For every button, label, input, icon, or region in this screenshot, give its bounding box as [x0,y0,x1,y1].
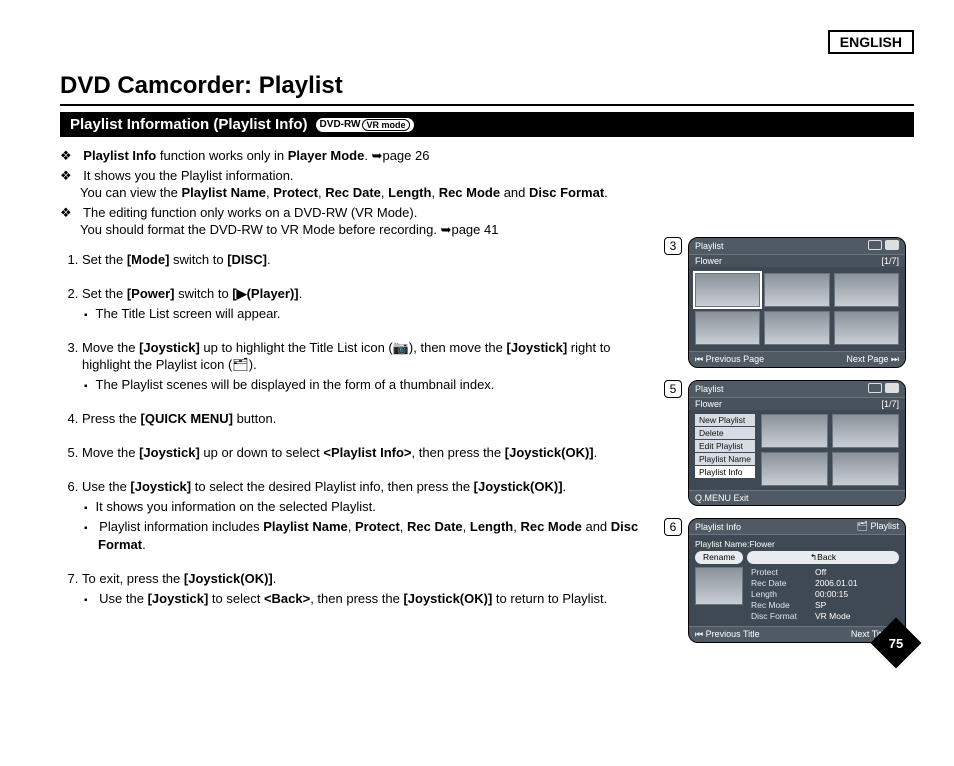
substep: Playlist information includes Playlist N… [98,518,644,554]
thumbnail [761,414,828,448]
language-label: ENGLISH [828,30,914,54]
step-1: Set the [Mode] switch to [DISC]. [82,251,644,269]
screen-playlist-info: Playlist Info 🗂 Playlist Playlist Name:F… [688,518,906,643]
step-6: Use the [Joystick] to select the desired… [82,478,644,554]
thumbnail [834,311,899,345]
info-name-label: Playlist Name: [695,539,749,549]
disc-mode-badge: DVD-RW VR mode [316,118,414,132]
step-4: Press the [QUICK MENU] button. [82,410,644,428]
playlist-counter: [1/7] [881,256,899,266]
screen-title: Playlist [695,241,724,251]
thumbnail [832,452,899,486]
screen-playlist-thumbs: Playlist Flower [1/7] [688,237,906,368]
title-list-tab-icon [868,240,882,250]
intro-item: The editing function only works on a DVD… [80,204,644,239]
thumbnail [695,273,760,307]
figure-number-6: 6 [664,518,682,536]
prev-title-label: ⏮ Previous Title [695,629,760,640]
playlist-name: Flower [695,399,722,409]
section-title: Playlist Information (Playlist Info) [70,116,308,133]
thumbnail [695,311,760,345]
substep: Use the [Joystick] to select <Back>, the… [98,590,644,608]
title-list-tab-icon [868,383,882,393]
step-7: To exit, press the [Joystick(OK)]. Use t… [82,570,644,608]
figure-number-5: 5 [664,380,682,398]
figure-number-3: 3 [664,237,682,255]
menu-item-playlist-name: Playlist Name [695,453,755,465]
thumbnail [834,273,899,307]
screen-quick-menu: Playlist Flower [1/7] New Playlist Delet… [688,380,906,506]
quick-menu-list: New Playlist Delete Edit Playlist Playli… [695,414,755,486]
menu-item-delete: Delete [695,427,755,439]
thumbnail [761,452,828,486]
screen-title: Playlist [695,384,724,394]
prev-page-label: ⏮ Previous Page [695,354,764,365]
playlist-tab: 🗂 Playlist [857,521,899,532]
intro-item: Playlist Info function works only in Pla… [80,147,644,165]
substep: The Title List screen will appear. [98,305,644,323]
thumbnail [764,273,829,307]
menu-item-new-playlist: New Playlist [695,414,755,426]
playlist-counter: [1/7] [881,399,899,409]
menu-item-playlist-info: Playlist Info [695,466,755,478]
instruction-column: Playlist Info function works only in Pla… [60,147,654,655]
thumbnail [764,311,829,345]
page-number: 75 [878,625,914,661]
substep: The Playlist scenes will be displayed in… [98,376,644,394]
thumbnail [832,414,899,448]
playlist-name: Flower [695,256,722,266]
info-name-value: Flower [749,539,775,549]
next-page-label: Next Page ⏭ [846,354,899,365]
intro-item: It shows you the Playlist information. Y… [80,167,644,202]
section-header: Playlist Information (Playlist Info) DVD… [60,112,914,137]
menu-item-edit-playlist: Edit Playlist [695,440,755,452]
step-5: Move the [Joystick] up or down to select… [82,444,644,462]
figures-column: 3 Playlist Flower [1/7] [664,147,914,655]
page-title: DVD Camcorder: Playlist [60,54,914,106]
step-3: Move the [Joystick] up to highlight the … [82,339,644,395]
back-button: ↰Back [747,551,899,564]
steps-list: Set the [Mode] switch to [DISC]. Set the… [60,251,644,608]
screen-title: Playlist Info [695,522,741,532]
qmenu-exit-label: Q.MENU Exit [695,493,749,503]
info-properties: ProtectOff Rec Date2006.01.01 Length00:0… [751,567,858,622]
playlist-tab-icon [885,383,899,393]
playlist-tab-icon [885,240,899,250]
info-thumbnail [695,567,743,605]
substep: It shows you information on the selected… [98,498,644,516]
step-2: Set the [Power] switch to [▶(Player)]. T… [82,285,644,323]
intro-bullets: Playlist Info function works only in Pla… [60,147,644,239]
rename-button: Rename [695,551,743,564]
